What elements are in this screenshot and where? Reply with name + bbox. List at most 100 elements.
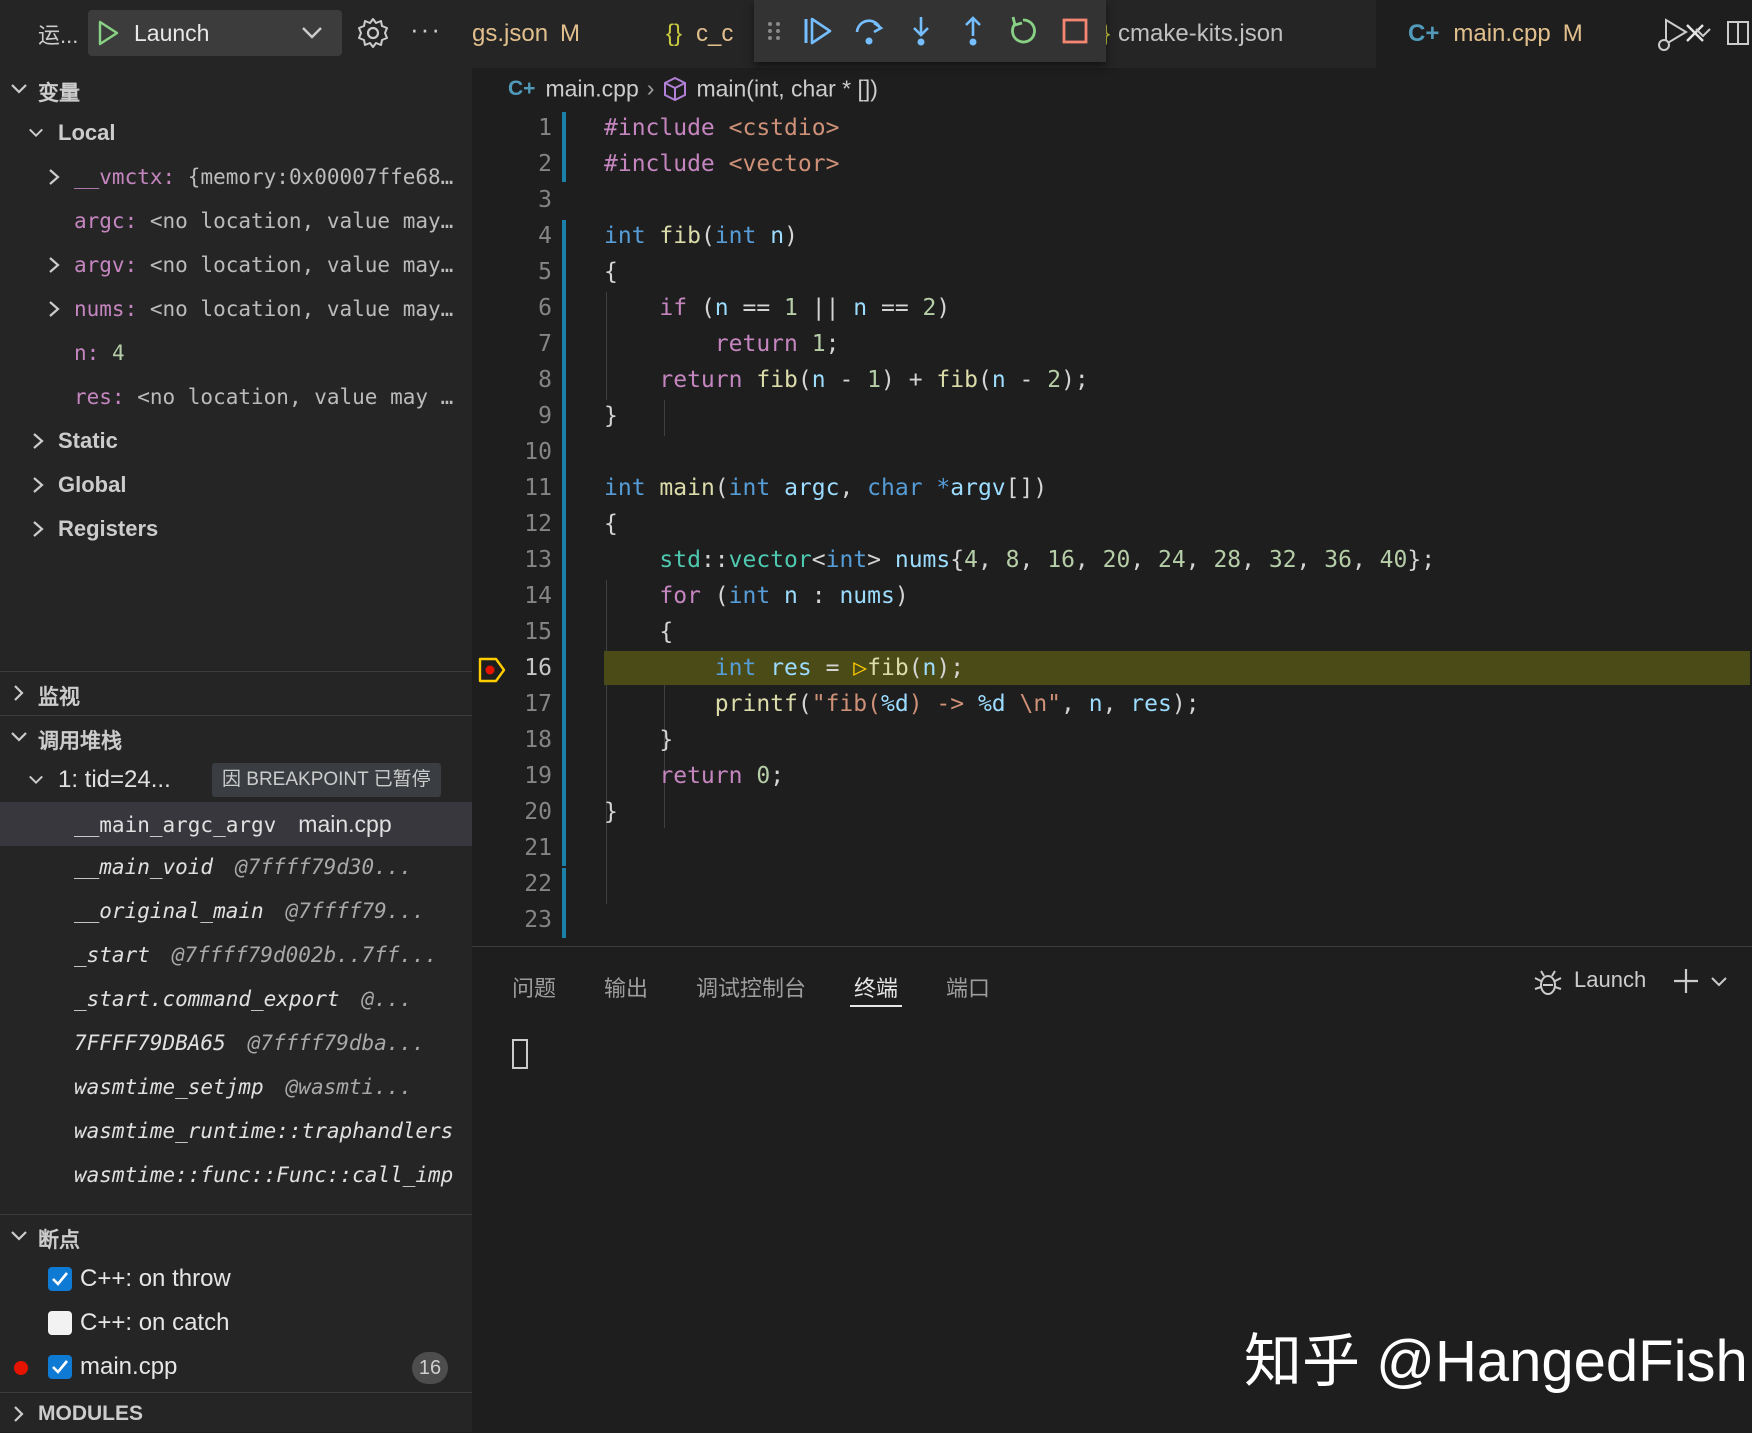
tab-c-cpp[interactable]: {} c_c bbox=[666, 0, 733, 68]
terminal-cursor[interactable] bbox=[512, 1039, 528, 1069]
breakpoint-checkbox[interactable] bbox=[48, 1355, 72, 1379]
code-line: 9} bbox=[538, 403, 618, 429]
chevron-down-icon bbox=[11, 1231, 27, 1241]
stack-frame[interactable]: 7FFFF79DBA65 @7ffff79dba... bbox=[0, 1022, 472, 1066]
launch-config-select[interactable]: Launch bbox=[88, 10, 342, 56]
chevron-down-icon[interactable] bbox=[1694, 24, 1712, 42]
frame-name: wasmtime_runtime::traphandlers bbox=[74, 1119, 454, 1143]
scope-static[interactable]: Static bbox=[0, 419, 472, 463]
more-actions-icon[interactable]: ··· bbox=[410, 14, 442, 45]
scope-registers[interactable]: Registers bbox=[0, 507, 472, 551]
breakpoint-row[interactable]: C++: on throw bbox=[0, 1258, 472, 1302]
code-line: 22 bbox=[524, 871, 552, 897]
code-editor[interactable]: 1 #include <cstdio> 2 #include <vector> 3 … bbox=[472, 110, 1752, 946]
stop-icon[interactable] bbox=[1058, 14, 1092, 48]
frame-name: wasmtime_setjmp bbox=[74, 1075, 264, 1099]
variable-name: argc: bbox=[74, 209, 138, 233]
code-line: 11 int main(int argc, char *argv[]) bbox=[524, 475, 1048, 501]
cpp-file-icon: C+ bbox=[508, 76, 536, 100]
stack-frame[interactable]: __original_main @7ffff79... bbox=[0, 890, 472, 934]
variable-name: __vmctx: bbox=[74, 165, 176, 189]
new-terminal-plus-icon[interactable] bbox=[1672, 967, 1700, 995]
code-line: 1 #include <cstdio> bbox=[538, 115, 840, 141]
code-line: 10 bbox=[524, 439, 552, 465]
breadcrumb-file[interactable]: main.cpp bbox=[545, 75, 638, 101]
variable-row[interactable]: n: 4 bbox=[0, 331, 472, 375]
terminal-profile-label[interactable]: Launch bbox=[1574, 967, 1646, 993]
step-over-icon[interactable] bbox=[852, 14, 886, 48]
variable-value: <no location, value may… bbox=[137, 209, 454, 233]
breakpoints-section-header[interactable]: 断点 bbox=[0, 1214, 472, 1257]
code-line: 23 bbox=[524, 907, 552, 933]
step-into-icon[interactable] bbox=[904, 14, 938, 48]
callstack-section-header[interactable]: 调用堆栈 bbox=[0, 715, 472, 758]
scope-local[interactable]: Local bbox=[0, 111, 472, 155]
continue-icon[interactable] bbox=[800, 14, 834, 48]
variable-row[interactable]: argc: <no location, value may… bbox=[0, 199, 472, 243]
chevron-right-icon bbox=[33, 521, 44, 537]
watch-section-header[interactable]: 监视 bbox=[0, 671, 472, 714]
run-debug-icon[interactable] bbox=[1652, 14, 1692, 54]
tab-problems[interactable]: 问题 bbox=[512, 971, 556, 1003]
tab-label: gs.json bbox=[472, 20, 549, 47]
active-tab-indicator bbox=[850, 1005, 902, 1007]
tab-terminal[interactable]: 终端 bbox=[854, 971, 898, 1003]
stack-frame[interactable]: wasmtime_runtime::traphandlers bbox=[0, 1110, 472, 1154]
play-icon[interactable] bbox=[96, 20, 120, 46]
breadcrumb-symbol[interactable]: main(int, char * []) bbox=[696, 75, 878, 101]
frame-location: @7ffff79d002b..7ff... bbox=[171, 943, 438, 967]
breakpoint-label: C++: on throw bbox=[80, 1265, 231, 1292]
drag-handle-icon[interactable] bbox=[764, 14, 784, 48]
gear-icon[interactable] bbox=[356, 16, 390, 50]
breakpoint-checkbox[interactable] bbox=[48, 1311, 72, 1335]
variable-name: nums: bbox=[74, 297, 138, 321]
variables-section-header[interactable]: 变量 bbox=[0, 68, 472, 110]
tab-ports[interactable]: 端口 bbox=[946, 971, 990, 1003]
breakpoint-checkbox[interactable] bbox=[48, 1267, 72, 1291]
stack-frame[interactable]: wasmtime::func::Func::call_imp bbox=[0, 1154, 472, 1212]
stack-frame[interactable]: __main_argc_argv main.cpp bbox=[0, 802, 472, 846]
restart-icon[interactable] bbox=[1006, 14, 1040, 48]
code-line: 18 } bbox=[524, 727, 674, 753]
step-out-icon[interactable] bbox=[956, 14, 990, 48]
breakpoint-row[interactable]: C++: on catch bbox=[0, 1302, 472, 1346]
scope-global[interactable]: Global bbox=[0, 463, 472, 507]
variable-row[interactable]: __vmctx: {memory:0x00007ffe68… bbox=[0, 155, 472, 199]
launch-config-label: Launch bbox=[134, 20, 210, 46]
chevron-right-icon bbox=[14, 1406, 24, 1422]
breakpoint-line-badge: 16 bbox=[412, 1352, 448, 1384]
code-line: 21 bbox=[524, 835, 552, 861]
variable-row[interactable]: argv: <no location, value may… bbox=[0, 243, 472, 287]
variable-row[interactable]: nums: <no location, value may… bbox=[0, 287, 472, 331]
variables-section-title: 变量 bbox=[38, 82, 80, 105]
code-line: 15 { bbox=[524, 619, 674, 645]
tab-debug-console[interactable]: 调试控制台 bbox=[696, 971, 806, 1003]
code-line: 7 return 1; bbox=[538, 331, 840, 357]
split-editor-icon[interactable] bbox=[1726, 16, 1750, 50]
frame-name: _start bbox=[74, 943, 150, 967]
code-line: 4 int fib(int n) bbox=[538, 223, 798, 249]
variable-row[interactable]: res: <no location, value may … bbox=[0, 375, 472, 419]
breakpoint-dot-icon bbox=[14, 1361, 28, 1375]
run-view-title: 运... bbox=[38, 23, 79, 48]
debug-sidebar: 运... Launch ··· 变量 Local __vmctx: {memor… bbox=[0, 0, 472, 1432]
tab-label: cmake-kits.json bbox=[1118, 20, 1284, 47]
scope-label: Local bbox=[58, 120, 116, 145]
tab-settings-json[interactable]: gs.json M bbox=[472, 0, 580, 68]
stack-frame[interactable]: _start.command_export @... bbox=[0, 978, 472, 1022]
stack-frame[interactable]: _start @7ffff79d002b..7ff... bbox=[0, 934, 472, 978]
stack-frame[interactable]: wasmtime_setjmp @wasmti... bbox=[0, 1066, 472, 1110]
breakpoint-paused-arrow-icon[interactable] bbox=[478, 657, 506, 683]
frame-name: 7FFFF79DBA65 bbox=[74, 1031, 226, 1055]
frame-location: @wasmti... bbox=[285, 1075, 413, 1099]
tab-output[interactable]: 输出 bbox=[604, 971, 648, 1003]
chevron-down-icon[interactable] bbox=[1710, 975, 1728, 989]
stack-frame[interactable]: __main_void @7ffff79d30... bbox=[0, 846, 472, 890]
breakpoint-row[interactable]: main.cpp 16 bbox=[0, 1346, 472, 1390]
watermark-text: 知乎 @HangedFish bbox=[1244, 1329, 1748, 1394]
frame-location: @7ffff79d30... bbox=[235, 855, 413, 879]
tab-cmake-kits[interactable]: } cmake-kits.json bbox=[1102, 0, 1402, 68]
modules-section-header[interactable]: MODULES bbox=[0, 1392, 472, 1433]
chevron-right-icon bbox=[33, 477, 44, 493]
code-line: 17 printf("fib(%d) -> %d \n", n, res); bbox=[524, 691, 1200, 717]
